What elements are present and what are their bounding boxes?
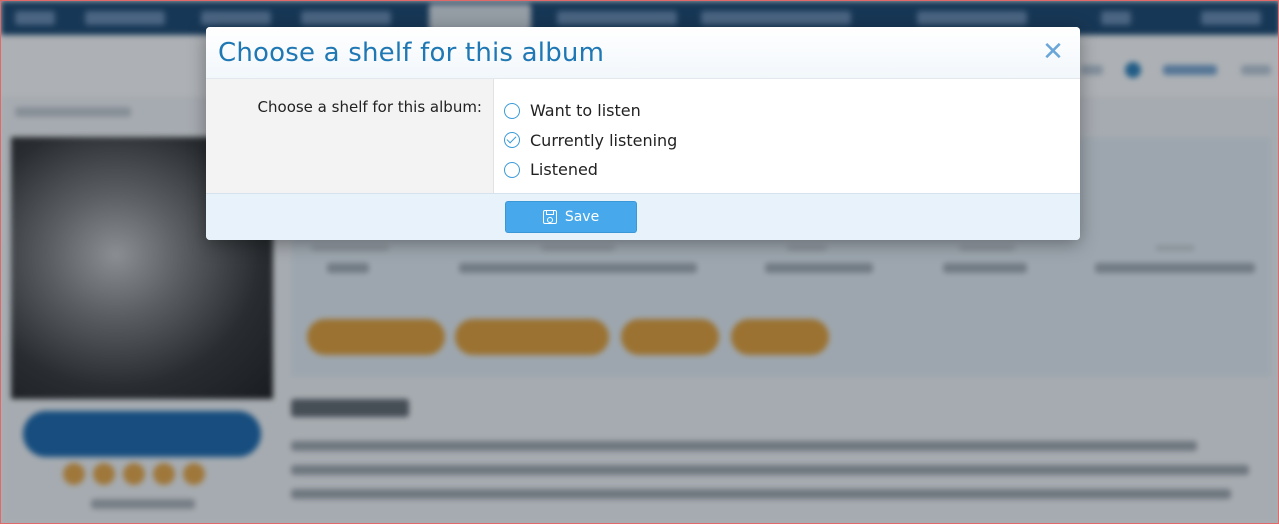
close-icon[interactable]: ✕ [1040,39,1066,65]
shelf-dialog: Choose a shelf for this album ✕ Choose a… [206,27,1080,240]
radio-icon[interactable] [504,161,520,178]
dialog-body: Choose a shelf for this album: Want to l… [206,79,1080,193]
radio-icon[interactable] [504,102,520,119]
shelf-option-want-to-listen[interactable]: Want to listen [504,96,677,126]
dialog-header: Choose a shelf for this album ✕ [206,27,1080,79]
save-button-label: Save [564,209,600,225]
dialog-footer: Save [206,193,1080,240]
screen: Choose a shelf for this album ✕ Choose a… [0,0,1279,524]
shelf-options: Want to listen Currently listening Liste… [504,96,677,185]
field-label-column: Choose a shelf for this album: [206,79,494,193]
shelf-option-listened[interactable]: Listened [504,155,677,185]
floppy-disk-icon [542,210,557,224]
option-label[interactable]: Listened [530,160,598,179]
dialog-title: Choose a shelf for this album [218,38,605,68]
save-button[interactable]: Save [505,201,637,233]
option-label[interactable]: Currently listening [530,131,677,150]
shelf-option-currently-listening[interactable]: Currently listening [504,126,677,156]
shelf-field-label: Choose a shelf for this album: [257,98,482,116]
option-label[interactable]: Want to listen [530,101,641,120]
radio-checked-icon[interactable] [504,132,520,149]
